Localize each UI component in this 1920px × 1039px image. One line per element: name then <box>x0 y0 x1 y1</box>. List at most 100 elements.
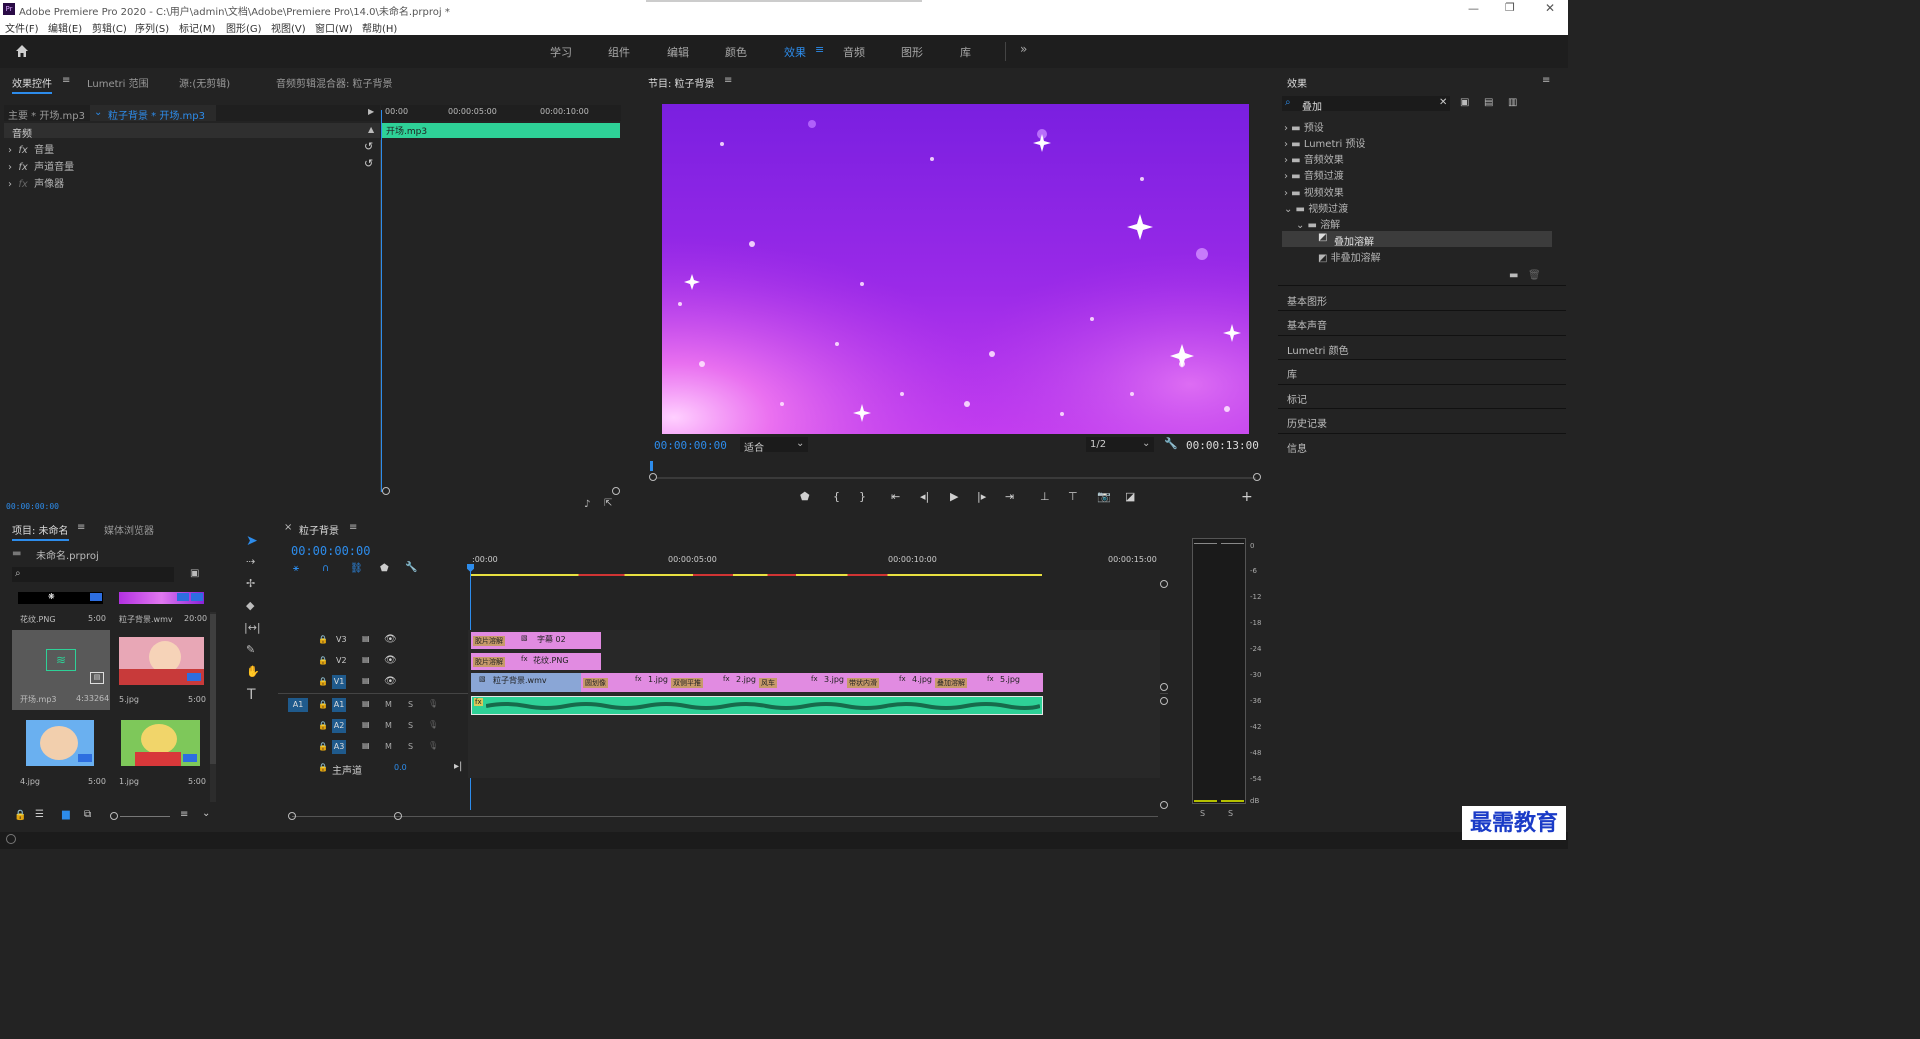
minimize-icon[interactable]: — <box>1468 2 1479 15</box>
lock-icon[interactable]: 🔒 <box>318 742 328 751</box>
freeform-view-icon[interactable]: ⧉ <box>84 809 91 820</box>
track-target-a2[interactable]: A2 <box>332 719 346 733</box>
transition-label[interactable]: 胶片溶解 <box>473 657 505 667</box>
panel-lumetri-color[interactable]: Lumetri 颜色 <box>1287 342 1349 357</box>
status-indicator-icon[interactable] <box>6 834 16 844</box>
quality-select[interactable]: 1/2 ⌄ <box>1086 437 1154 452</box>
thumb-4jpg[interactable] <box>26 720 94 766</box>
linked-selection-icon[interactable]: ⛓ <box>350 563 363 574</box>
workspace-overflow-icon[interactable]: » <box>1020 42 1027 56</box>
mute-button[interactable]: M <box>385 721 392 730</box>
ec-ruler[interactable]: 00:00 00:00:05:00 00:00:10:00 <box>381 105 621 121</box>
scroll-handle-icon[interactable] <box>382 487 390 495</box>
tab-effect-controls[interactable]: 效果控件 <box>12 75 52 94</box>
wrench-icon[interactable]: 🔧 <box>1164 437 1178 450</box>
microphone-icon[interactable]: 🎙 <box>428 720 438 729</box>
track-target-a3[interactable]: A3 <box>332 740 346 754</box>
tab-audio-clip-mixer[interactable]: 音频剪辑混合器: 粒子背景 <box>276 75 393 90</box>
scroll-handle-icon[interactable] <box>1160 683 1168 691</box>
transition-label[interactable]: 风车 <box>759 678 777 688</box>
ec-clip-select[interactable]: ⌄ 粒子背景 * 开场.mp3 <box>90 105 216 122</box>
lock-icon[interactable]: 🔒 <box>14 810 26 821</box>
lift-icon[interactable]: ⊥ <box>1040 490 1050 503</box>
thumb-particle-bg[interactable] <box>119 592 204 604</box>
step-back-icon[interactable]: ◂| <box>920 490 929 503</box>
lock-icon[interactable]: 🔒 <box>318 763 328 772</box>
ec-row-channel-volume[interactable]: › fx 声道音量 <box>8 158 74 173</box>
reset-icon[interactable]: ↺ <box>364 140 373 153</box>
tab-menu-icon[interactable]: ≡ <box>62 75 70 86</box>
workspace-graphics[interactable]: 图形 <box>901 44 923 60</box>
lock-icon[interactable]: 🔒 <box>318 635 328 644</box>
chevron-down-icon[interactable]: ⌄ <box>202 808 210 819</box>
menu-graphics[interactable]: 图形(G) <box>226 20 262 35</box>
program-title[interactable]: 节目: 粒子背景 <box>648 75 715 90</box>
tab-lumetri-scopes[interactable]: Lumetri 范围 <box>87 75 149 90</box>
tab-menu-icon[interactable]: ≡ <box>77 522 85 533</box>
effects-tree-item[interactable]: ⌄ ▬ 溶解 <box>1296 216 1340 231</box>
go-to-in-icon[interactable]: ⇤ <box>891 490 900 503</box>
icon-view-icon[interactable]: ▆ <box>62 809 70 820</box>
thumb-5jpg[interactable] <box>119 637 204 685</box>
lock-icon[interactable]: 🔒 <box>318 721 328 730</box>
source-patch-a1[interactable]: A1 <box>288 698 308 712</box>
export-audio-icon[interactable]: ♪ <box>584 499 590 510</box>
sync-icon[interactable]: ▤ <box>362 676 370 685</box>
effects-search-input[interactable]: 叠加 <box>1302 98 1322 113</box>
panel-markers[interactable]: 标记 <box>1287 391 1307 406</box>
mark-out-icon[interactable]: } <box>859 490 866 503</box>
transition-label[interactable]: 圆划像 <box>583 678 608 688</box>
export-icon[interactable]: ⇱ <box>604 498 612 509</box>
collapse-icon[interactable]: ▲ <box>368 125 374 134</box>
pen-tool-icon[interactable]: ✎ <box>246 643 255 656</box>
scroll-handle-icon[interactable] <box>394 812 402 820</box>
sync-icon[interactable]: ▤ <box>362 699 370 708</box>
track-label[interactable]: V2 <box>336 656 347 665</box>
expand-arrow-icon[interactable]: › <box>8 145 12 156</box>
solo-left-button[interactable]: S <box>1200 809 1205 818</box>
timeline-horizontal-scrollbar[interactable] <box>292 816 1158 817</box>
ec-timecode[interactable]: 00:00:00:00 <box>6 502 59 511</box>
eye-icon[interactable]: 👁 <box>384 676 397 687</box>
type-tool-icon[interactable]: T <box>247 687 256 703</box>
go-to-end-icon[interactable]: ▸| <box>454 761 462 772</box>
tab-project[interactable]: 项目: 未命名 <box>12 522 69 541</box>
menu-view[interactable]: 视图(V) <box>271 20 306 35</box>
home-icon[interactable] <box>14 43 30 59</box>
accelerated-effects-icon[interactable]: ▣ <box>1460 97 1469 108</box>
ec-row-volume[interactable]: › fx 音量 <box>8 141 54 156</box>
play-icon[interactable]: ▶ <box>950 490 958 503</box>
extract-icon[interactable]: ⊤ <box>1068 490 1078 503</box>
project-search-input[interactable]: ⌕ <box>12 567 174 582</box>
eye-icon[interactable]: 👁 <box>384 634 397 645</box>
panel-menu-icon[interactable]: ≡ <box>1542 75 1550 86</box>
tab-media-browser[interactable]: 媒体浏览器 <box>104 522 154 537</box>
solo-button[interactable]: S <box>408 700 413 709</box>
panel-essential-graphics[interactable]: 基本图形 <box>1287 293 1327 308</box>
scrollbar-thumb[interactable] <box>210 614 216 764</box>
add-marker-icon[interactable]: ⬟ <box>800 490 810 503</box>
scroll-handle-icon[interactable] <box>1160 801 1168 809</box>
workspace-libraries[interactable]: 库 <box>960 44 971 60</box>
effects-tree-item[interactable]: › ▬ Lumetri 预设 <box>1284 135 1365 150</box>
step-forward-icon[interactable]: |▸ <box>977 490 986 503</box>
thumb-opening-audio[interactable]: ≋ ▤ 开场.mp3 4:33264 <box>12 630 110 710</box>
panel-essential-sound[interactable]: 基本声音 <box>1287 317 1327 332</box>
selection-tool-icon[interactable]: ➤ <box>246 533 258 549</box>
scroll-handle-icon[interactable] <box>649 473 657 481</box>
panel-menu-icon[interactable]: ≡ <box>724 75 732 86</box>
scroll-handle-icon[interactable] <box>1160 580 1168 588</box>
workspace-learn[interactable]: 学习 <box>550 44 572 60</box>
fit-select[interactable]: 适合 ⌄ <box>740 437 808 454</box>
microphone-icon[interactable]: 🎙 <box>428 741 438 750</box>
transition-label[interactable]: 叠加溶解 <box>935 678 967 688</box>
panel-menu-icon[interactable]: ≡ <box>349 522 357 533</box>
workspace-assembly[interactable]: 组件 <box>608 44 630 60</box>
thumb-huawen[interactable]: ❋ <box>18 592 103 604</box>
clip-v3-title[interactable]: 胶片溶解 ▧ 字幕 02 <box>471 632 601 649</box>
scroll-handle-icon[interactable] <box>612 487 620 495</box>
timeline-settings-wrench-icon[interactable]: 🔧 <box>405 562 417 573</box>
track-target-v1[interactable]: V1 <box>332 675 346 689</box>
new-bin-icon[interactable]: ▣ <box>190 568 199 579</box>
sync-icon[interactable]: ▤ <box>362 634 370 643</box>
